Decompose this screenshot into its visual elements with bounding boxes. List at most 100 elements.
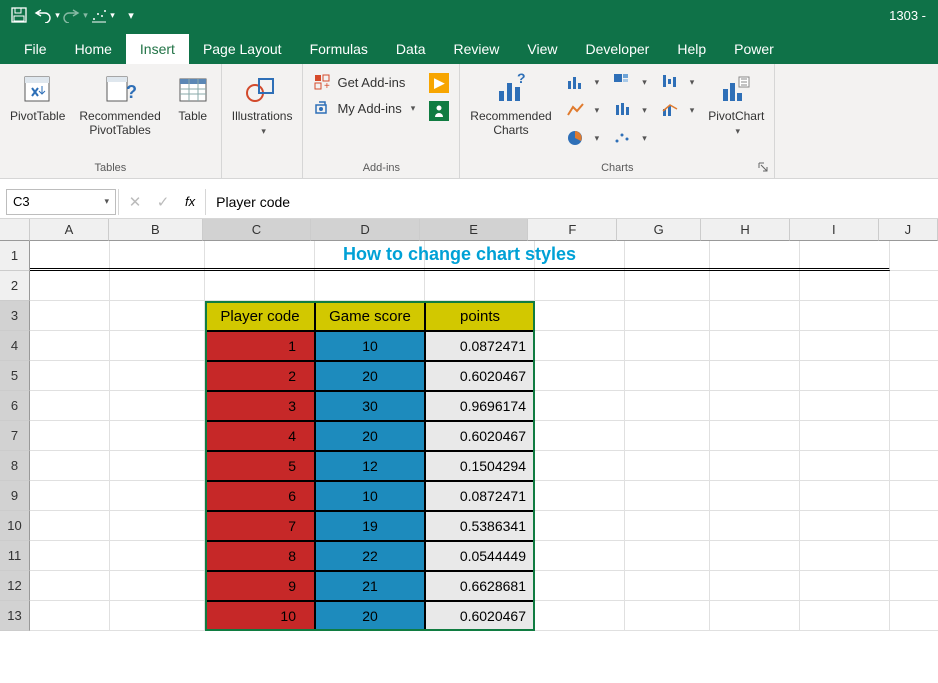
- table-header[interactable]: Game score: [315, 301, 425, 331]
- cell[interactable]: [535, 361, 625, 391]
- cell[interactable]: [890, 601, 938, 631]
- cell[interactable]: 0.0872471: [425, 481, 535, 511]
- cell[interactable]: [30, 391, 110, 421]
- column-header[interactable]: F: [528, 219, 617, 241]
- cell[interactable]: 20: [315, 361, 425, 391]
- cell[interactable]: 7: [205, 511, 315, 541]
- table-header[interactable]: points: [425, 301, 535, 331]
- cell[interactable]: [110, 421, 205, 451]
- cell[interactable]: [800, 571, 890, 601]
- tab-help[interactable]: Help: [663, 34, 720, 64]
- cell[interactable]: [625, 301, 710, 331]
- cell[interactable]: 8: [205, 541, 315, 571]
- cell[interactable]: 3: [205, 391, 315, 421]
- get-addins-button[interactable]: + Get Add-ins: [309, 70, 419, 94]
- waterfall-chart-button[interactable]: ▾: [657, 70, 699, 94]
- cell[interactable]: [625, 451, 710, 481]
- row-header[interactable]: 1: [0, 241, 30, 271]
- row-header[interactable]: 10: [0, 511, 30, 541]
- column-chart-button[interactable]: ▾: [562, 70, 604, 94]
- cell[interactable]: [800, 601, 890, 631]
- charts-dialog-launcher[interactable]: [756, 160, 770, 174]
- cell[interactable]: [890, 361, 938, 391]
- cell[interactable]: 6: [205, 481, 315, 511]
- cell[interactable]: [535, 511, 625, 541]
- cell[interactable]: [800, 331, 890, 361]
- cell[interactable]: [535, 301, 625, 331]
- tab-insert[interactable]: Insert: [126, 34, 189, 64]
- cell[interactable]: 0.9696174: [425, 391, 535, 421]
- tab-review[interactable]: Review: [440, 34, 514, 64]
- cell[interactable]: [110, 481, 205, 511]
- row-header[interactable]: 13: [0, 601, 30, 631]
- redo-icon[interactable]: ▾: [62, 2, 88, 28]
- table-button[interactable]: Table: [171, 70, 215, 126]
- my-addins-button[interactable]: My Add-ins ▾: [309, 96, 419, 120]
- cell[interactable]: [205, 271, 315, 301]
- column-header[interactable]: H: [701, 219, 790, 241]
- cell[interactable]: [535, 571, 625, 601]
- cell[interactable]: [800, 271, 890, 301]
- cell[interactable]: [625, 571, 710, 601]
- fx-icon[interactable]: fx: [177, 194, 203, 209]
- formula-cancel-icon[interactable]: ✕: [121, 193, 149, 211]
- cell[interactable]: [890, 541, 938, 571]
- select-all-corner[interactable]: [0, 219, 30, 241]
- cell[interactable]: 2: [205, 361, 315, 391]
- cell[interactable]: [890, 421, 938, 451]
- cell[interactable]: [625, 361, 710, 391]
- cell[interactable]: [30, 301, 110, 331]
- tab-developer[interactable]: Developer: [572, 34, 664, 64]
- bing-maps-button[interactable]: ▶: [425, 70, 453, 96]
- cell[interactable]: [110, 451, 205, 481]
- cell[interactable]: [890, 451, 938, 481]
- people-graph-button[interactable]: [425, 98, 453, 124]
- cell[interactable]: [710, 391, 800, 421]
- cell[interactable]: [890, 301, 938, 331]
- cell[interactable]: [710, 451, 800, 481]
- chart-quick-icon[interactable]: ▾: [90, 2, 116, 28]
- cell[interactable]: [625, 331, 710, 361]
- cell[interactable]: [710, 301, 800, 331]
- cell[interactable]: [890, 331, 938, 361]
- cell[interactable]: [110, 361, 205, 391]
- line-chart-button[interactable]: ▾: [562, 98, 604, 122]
- cell[interactable]: [800, 391, 890, 421]
- pivotchart-button[interactable]: PivotChart▾: [704, 70, 768, 140]
- table-header[interactable]: Player code: [205, 301, 315, 331]
- cell[interactable]: [800, 481, 890, 511]
- combo-chart-button[interactable]: ▾: [657, 98, 699, 122]
- cell[interactable]: [890, 481, 938, 511]
- cell[interactable]: [110, 331, 205, 361]
- cell[interactable]: 5: [205, 451, 315, 481]
- cell[interactable]: [110, 601, 205, 631]
- tab-formulas[interactable]: Formulas: [296, 34, 382, 64]
- cell[interactable]: 12: [315, 451, 425, 481]
- cell[interactable]: [535, 331, 625, 361]
- cell[interactable]: [890, 271, 938, 301]
- cell[interactable]: [30, 331, 110, 361]
- tab-view[interactable]: View: [513, 34, 571, 64]
- recommended-pivottables-button[interactable]: ? Recommended PivotTables: [75, 70, 164, 140]
- cell[interactable]: [710, 481, 800, 511]
- cell[interactable]: [800, 541, 890, 571]
- cell[interactable]: [890, 571, 938, 601]
- cell[interactable]: [800, 451, 890, 481]
- cell[interactable]: 0.6020467: [425, 421, 535, 451]
- cell[interactable]: 0.0872471: [425, 331, 535, 361]
- tab-page-layout[interactable]: Page Layout: [189, 34, 296, 64]
- cell[interactable]: [710, 421, 800, 451]
- tab-power[interactable]: Power: [720, 34, 788, 64]
- cell[interactable]: [625, 601, 710, 631]
- cell[interactable]: [710, 571, 800, 601]
- cell[interactable]: [535, 541, 625, 571]
- pivottable-button[interactable]: PivotTable: [6, 70, 69, 126]
- tab-data[interactable]: Data: [382, 34, 440, 64]
- cell[interactable]: [710, 271, 800, 301]
- column-header[interactable]: I: [790, 219, 879, 241]
- column-header[interactable]: J: [879, 219, 938, 241]
- cell[interactable]: 10: [315, 331, 425, 361]
- cell[interactable]: 0.6628681: [425, 571, 535, 601]
- cell[interactable]: [30, 271, 110, 301]
- cell[interactable]: [800, 511, 890, 541]
